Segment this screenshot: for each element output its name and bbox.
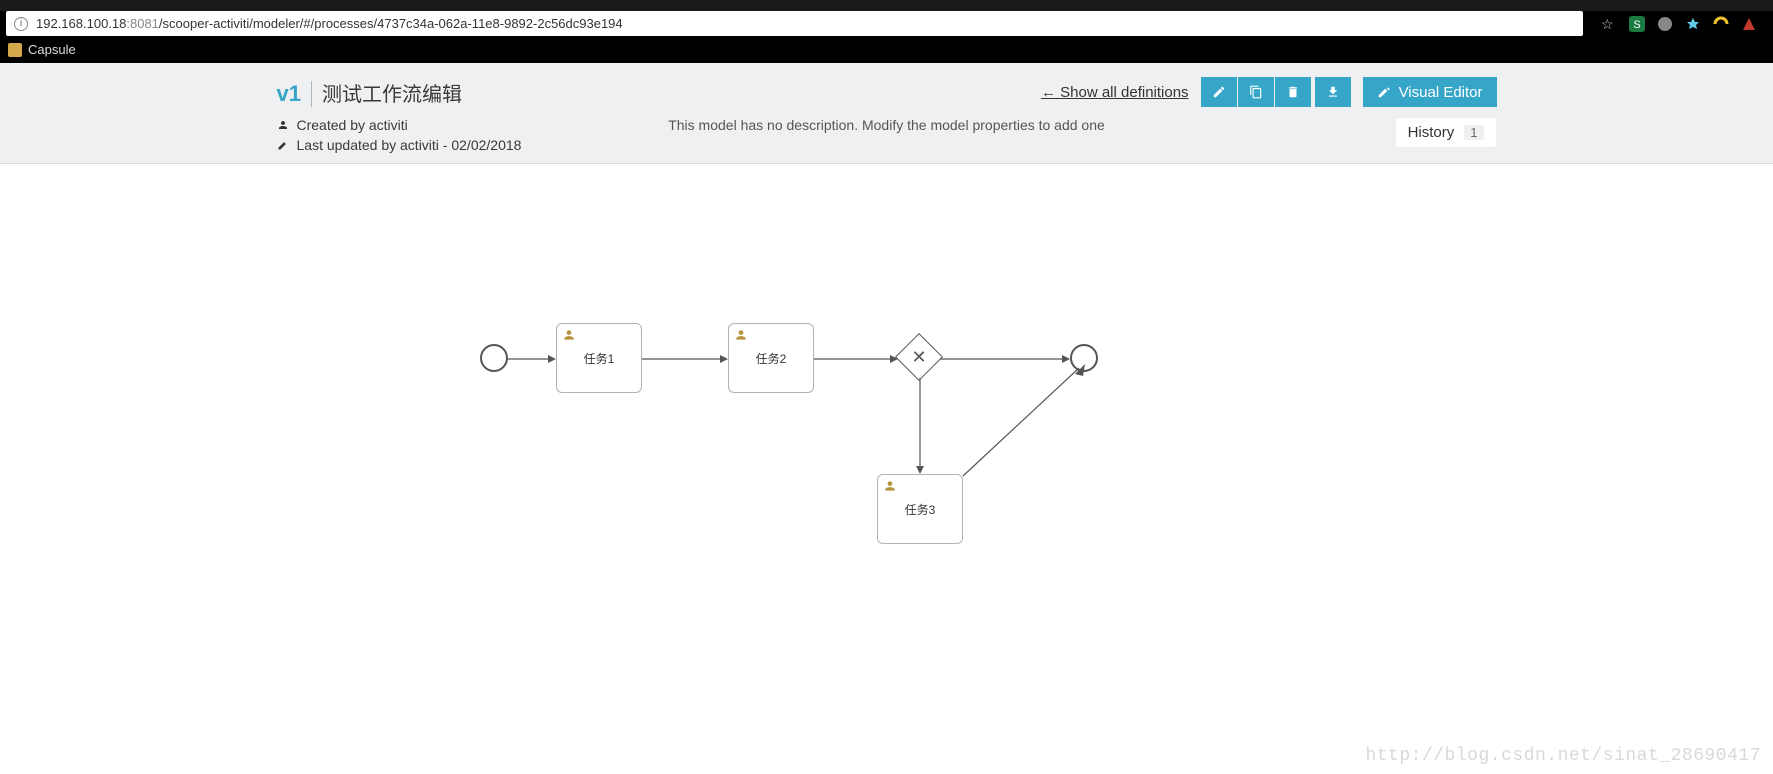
user-task-icon: [734, 328, 748, 342]
download-button[interactable]: [1315, 77, 1351, 107]
url-path: /scooper-activiti/modeler/#/processes/47…: [159, 16, 623, 31]
browser-extension-icons: ☆ S: [1591, 16, 1767, 32]
created-by-text: Created by activiti: [297, 117, 408, 133]
history-button[interactable]: History 1: [1395, 117, 1497, 148]
edit-button[interactable]: [1201, 77, 1237, 107]
browser-tab-bar: [0, 0, 1773, 11]
bpmn-start-event[interactable]: [480, 344, 508, 372]
extension-icon-5[interactable]: [1741, 16, 1757, 32]
extension-icon-3[interactable]: [1685, 16, 1701, 32]
version-label: v1: [277, 81, 312, 107]
sequence-flow: [814, 358, 898, 360]
bpmn-task-3[interactable]: 任务3: [877, 474, 963, 544]
extension-icon-2[interactable]: [1657, 16, 1673, 32]
edit-check-icon: [1377, 85, 1391, 99]
sequence-flow: [963, 364, 1093, 484]
svg-text:S: S: [1633, 19, 1640, 31]
watermark-text: http://blog.csdn.net/sinat_28690417: [1365, 746, 1761, 766]
bookmark-label: Capsule: [28, 42, 76, 57]
browser-chrome: i 192.168.100.18:8081/scooper-activiti/m…: [0, 0, 1773, 63]
history-label: History: [1408, 124, 1455, 141]
task-label: 任务2: [756, 350, 787, 367]
description-placeholder: This model has no description. Modify th…: [668, 117, 1105, 133]
title-row: v1 测试工作流编辑 Show all definitions: [277, 77, 1497, 107]
bookmark-item-capsule[interactable]: Capsule: [8, 42, 76, 57]
sequence-flow: [940, 358, 1070, 360]
url-field[interactable]: i 192.168.100.18:8081/scooper-activiti/m…: [6, 11, 1583, 36]
user-task-icon: [883, 479, 897, 493]
canvas-area[interactable]: 任务1 任务2 ✕ 任务3: [0, 164, 1773, 774]
bookmark-star-icon[interactable]: ☆: [1601, 16, 1617, 32]
info-icon: i: [14, 17, 28, 31]
download-icon: [1326, 85, 1340, 99]
user-icon: [277, 119, 289, 131]
task-label: 任务1: [584, 350, 615, 367]
meta-row: Created by activiti Last updated by acti…: [277, 117, 1497, 153]
history-count: 1: [1464, 125, 1483, 140]
user-task-icon: [562, 328, 576, 342]
visual-editor-button[interactable]: Visual Editor: [1363, 77, 1497, 107]
created-by-line: Created by activiti: [277, 117, 522, 133]
duplicate-button[interactable]: [1238, 77, 1274, 107]
bpmn-gateway-exclusive[interactable]: ✕: [895, 333, 943, 381]
toolbar: [1201, 77, 1311, 107]
bookmark-favicon: [8, 43, 22, 57]
bpmn-task-2[interactable]: 任务2: [728, 323, 814, 393]
visual-editor-label: Visual Editor: [1399, 84, 1483, 101]
last-updated-line: Last updated by activiti - 02/02/2018: [277, 137, 522, 153]
delete-button[interactable]: [1275, 77, 1311, 107]
pencil-icon: [1212, 85, 1226, 99]
extension-icon-4[interactable]: [1713, 16, 1729, 32]
show-all-definitions-link[interactable]: Show all definitions: [1041, 84, 1189, 101]
url-host: 192.168.100.18: [36, 16, 126, 31]
page-header: v1 测试工作流编辑 Show all definitions: [0, 63, 1773, 164]
last-updated-text: Last updated by activiti - 02/02/2018: [297, 137, 522, 153]
copy-icon: [1249, 85, 1263, 99]
bpmn-end-event[interactable]: [1070, 344, 1098, 372]
bpmn-task-1[interactable]: 任务1: [556, 323, 642, 393]
pencil-small-icon: [277, 139, 289, 151]
gateway-x-icon: ✕: [903, 341, 935, 373]
sequence-flow: [918, 378, 922, 474]
bookmark-bar: Capsule: [0, 36, 1773, 63]
task-label: 任务3: [905, 501, 936, 518]
trash-icon: [1286, 85, 1300, 99]
extension-icon-1[interactable]: S: [1629, 16, 1645, 32]
sequence-flow: [508, 358, 556, 360]
browser-address-bar: i 192.168.100.18:8081/scooper-activiti/m…: [0, 11, 1773, 36]
process-title: 测试工作流编辑: [322, 78, 462, 107]
sequence-flow: [642, 358, 728, 360]
url-port: :8081: [126, 16, 159, 31]
